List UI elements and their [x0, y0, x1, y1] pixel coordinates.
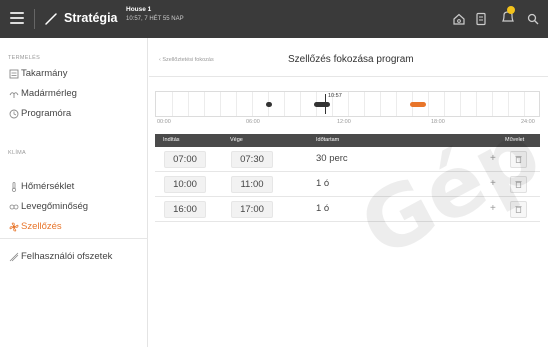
table-row: 10:00 11:00 1 ó +	[155, 172, 540, 197]
timeline-tick	[236, 92, 237, 116]
sidebar-item-label: Takarmány	[21, 68, 68, 79]
duration-value: 1 ó	[316, 178, 330, 189]
thermometer-icon	[11, 182, 17, 192]
delete-icon[interactable]	[510, 151, 527, 168]
timeline-tick	[364, 92, 365, 116]
delete-icon[interactable]	[510, 201, 527, 218]
timeline-tick	[476, 92, 477, 116]
sidebar-item-madarmerleg[interactable]: Madármérleg	[0, 84, 148, 104]
start-time-field[interactable]: 07:00	[164, 151, 206, 168]
page-title: Szellőzés fokozása program	[288, 54, 414, 65]
start-time-field[interactable]: 10:00	[164, 176, 206, 193]
timeline-label: 18:00	[431, 119, 445, 125]
current-time-marker	[325, 94, 326, 114]
end-time-field[interactable]: 17:00	[231, 201, 273, 218]
timeline-tick	[508, 92, 509, 116]
timeline-tick	[348, 92, 349, 116]
sidebar-item-szellozes[interactable]: Szellőzés	[0, 217, 148, 237]
add-icon[interactable]: +	[490, 203, 496, 214]
home-icon[interactable]	[452, 12, 466, 26]
timeline-tick	[524, 92, 525, 116]
sidebar-item-label: Levegőminőség	[21, 201, 89, 212]
main-content: ‹ Szellőztetési fokozás Szellőzés fokozá…	[149, 38, 548, 347]
topbar-divider	[34, 9, 35, 29]
app-title: Stratégia	[64, 11, 118, 25]
sidebar-item-homerseklet[interactable]: Hőmérséklet	[0, 177, 148, 197]
sidebar-item-label: Felhasználói ofszetek	[21, 251, 113, 262]
co2-icon	[9, 204, 19, 210]
house-name: House 1	[126, 6, 152, 13]
house-time: 10:57, 7 HÉT 55 NAP	[126, 16, 184, 22]
sidebar: TERMELÉS Takarmány Madármérleg Programór…	[0, 38, 148, 347]
search-icon[interactable]	[526, 12, 540, 26]
timeline-tick	[460, 92, 461, 116]
table-header: Indítás Vége Időtartam Művelet	[155, 134, 540, 147]
delete-icon[interactable]	[510, 176, 527, 193]
column-header-duration: Időtartam	[316, 137, 340, 143]
sidebar-item-levegominoseg[interactable]: Levegőminőség	[0, 197, 148, 217]
schedule-timeline: 10:57	[155, 91, 540, 117]
timeline-label: 00:00	[157, 119, 171, 125]
timeline-tick	[220, 92, 221, 116]
timeline-tick	[204, 92, 205, 116]
table-row: 07:00 07:30 30 perc +	[155, 147, 540, 172]
duration-value: 30 perc	[316, 153, 348, 164]
schedule-segment[interactable]	[266, 102, 272, 107]
timeline-tick	[252, 92, 253, 116]
timeline-tick	[396, 92, 397, 116]
end-time-field[interactable]: 11:00	[231, 176, 273, 193]
timeline-tick	[300, 92, 301, 116]
timeline-tick	[380, 92, 381, 116]
section-label-klima: KLÍMA	[8, 150, 27, 156]
timeline-tick	[444, 92, 445, 116]
add-icon[interactable]: +	[490, 153, 496, 164]
breadcrumb[interactable]: ‹ Szellőztetési fokozás	[159, 57, 214, 63]
current-time-label: 10:57	[328, 93, 342, 99]
timeline-tick	[172, 92, 173, 116]
timeline-tick	[284, 92, 285, 116]
sidebar-item-label: Szellőzés	[21, 221, 62, 232]
timeline-label: 24:00	[521, 119, 535, 125]
section-label-termeles: TERMELÉS	[8, 55, 41, 61]
sidebar-item-label: Hőmérséklet	[21, 181, 75, 192]
table-row: 16:00 17:00 1 ó +	[155, 197, 540, 222]
menu-icon[interactable]	[10, 12, 24, 26]
sidebar-item-felhasznaloi-ofszetek[interactable]: Felhasználói ofszetek	[0, 247, 148, 267]
column-header-end: Vége	[230, 137, 243, 143]
sidebar-item-label: Programóra	[21, 108, 72, 119]
sidebar-item-takarmany[interactable]: Takarmány	[0, 64, 148, 84]
document-icon[interactable]	[474, 12, 488, 26]
timeline-tick	[428, 92, 429, 116]
strategy-icon	[45, 13, 57, 25]
timeline-tick	[492, 92, 493, 116]
column-header-start: Indítás	[163, 137, 180, 143]
timeline-tick	[188, 92, 189, 116]
column-header-action: Művelet	[505, 137, 525, 143]
header-divider	[149, 76, 548, 77]
duration-value: 1 ó	[316, 203, 330, 214]
bird-scale-icon	[9, 92, 19, 98]
timeline-label: 06:00	[246, 119, 260, 125]
fan-icon	[9, 222, 19, 232]
add-icon[interactable]: +	[490, 178, 496, 189]
end-time-field[interactable]: 07:30	[231, 151, 273, 168]
start-time-field[interactable]: 16:00	[164, 201, 206, 218]
user-offset-icon	[9, 252, 19, 262]
schedule-segment[interactable]	[314, 102, 330, 107]
sidebar-item-label: Madármérleg	[21, 88, 77, 99]
sidebar-item-programora[interactable]: Programóra	[0, 104, 148, 124]
sidebar-divider	[0, 238, 148, 239]
timeline-label: 12:00	[337, 119, 351, 125]
clock-icon	[9, 109, 19, 119]
top-bar: Stratégia House 1 10:57, 7 HÉT 55 NAP	[0, 0, 548, 38]
notification-bell-icon[interactable]	[499, 5, 517, 27]
feed-icon	[9, 69, 19, 79]
schedule-segment[interactable]	[410, 102, 426, 107]
